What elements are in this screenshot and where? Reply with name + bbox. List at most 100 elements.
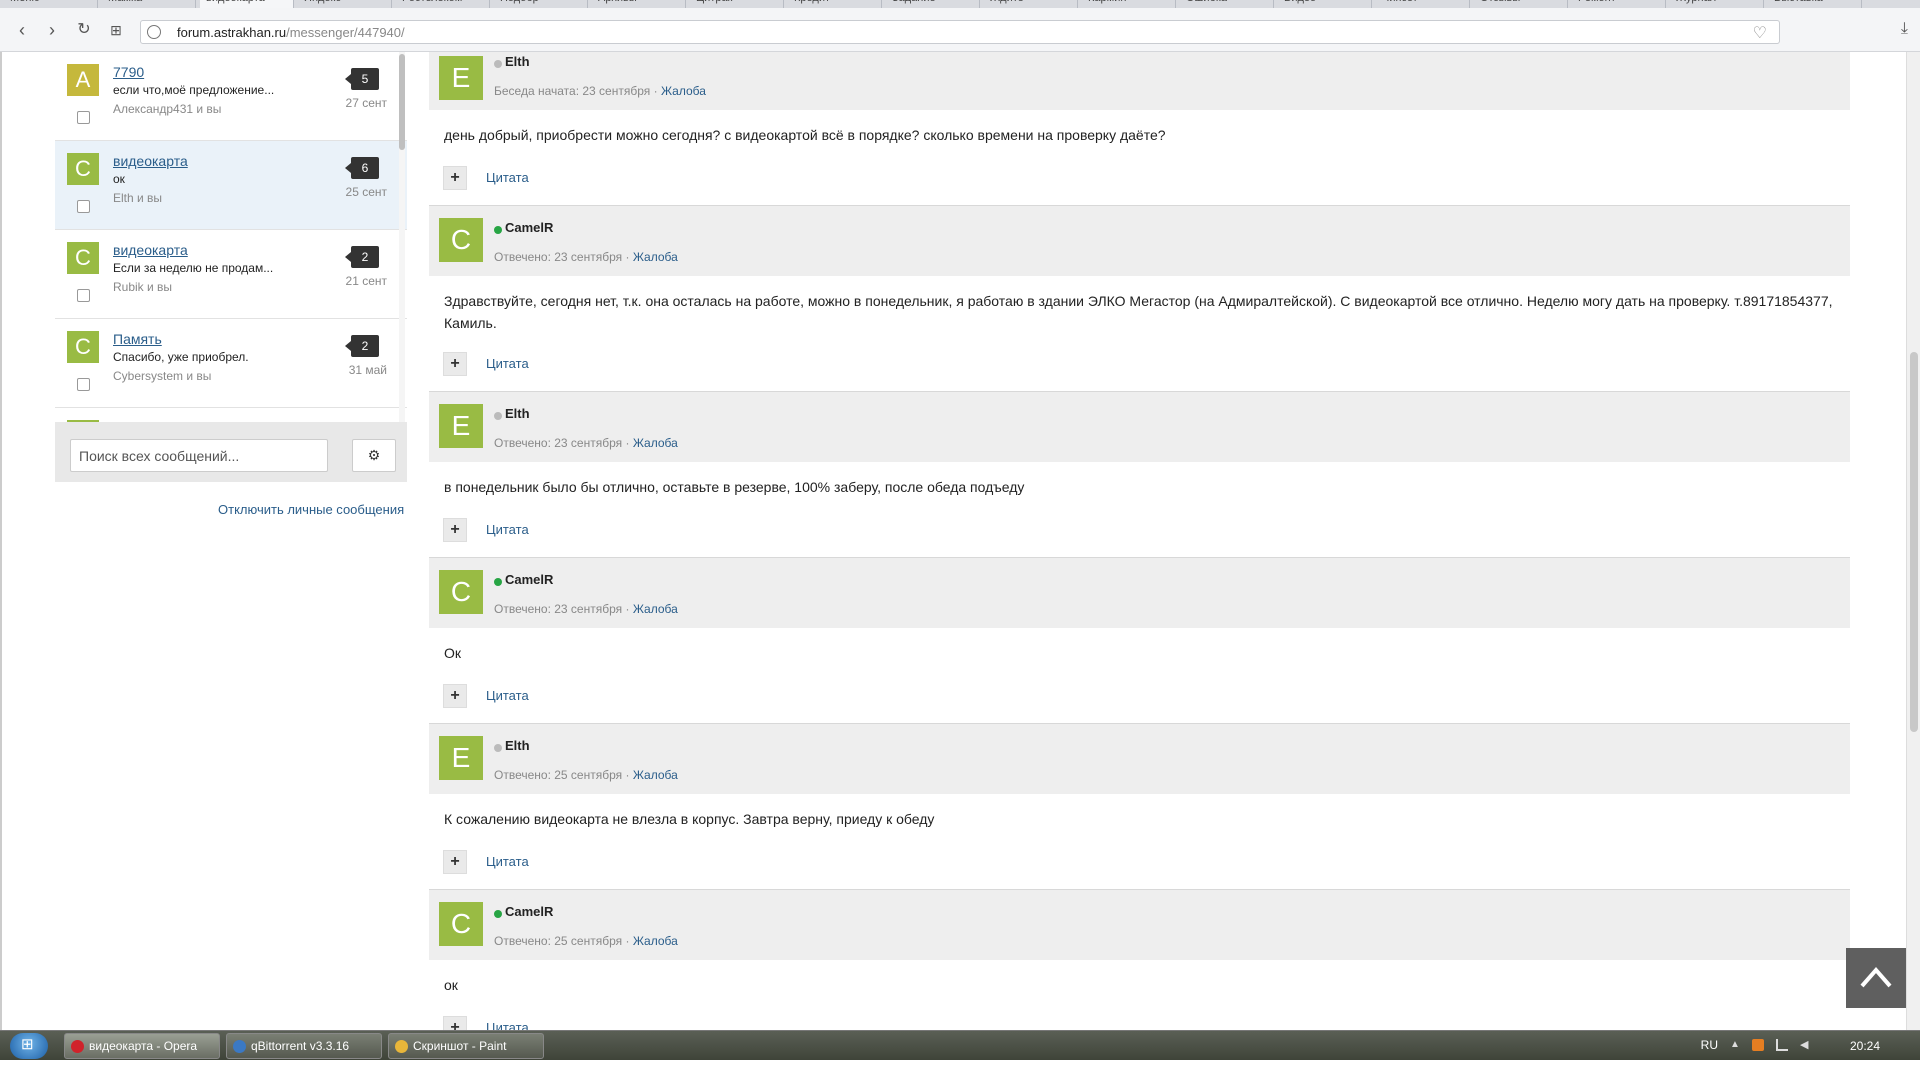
- avatar[interactable]: C: [67, 153, 99, 185]
- message-header: C CamelR Отвечено: 23 сентября · Жалоба: [429, 558, 1850, 628]
- browser-tab[interactable]: Ждите: [984, 0, 1078, 8]
- browser-tab[interactable]: Кредит: [788, 0, 882, 8]
- avatar[interactable]: C: [439, 218, 483, 262]
- report-link[interactable]: Жалоба: [633, 768, 678, 782]
- report-link[interactable]: Жалоба: [633, 602, 678, 616]
- browser-tab[interactable]: Ростелеком: [396, 0, 490, 8]
- message-meta: Отвечено: 25 сентября · Жалоба: [494, 934, 678, 948]
- report-link[interactable]: Жалоба: [633, 250, 678, 264]
- avatar[interactable]: E: [439, 56, 483, 100]
- message: E Elth Беседа начата: 23 сентября · Жалоба…: [429, 52, 1850, 206]
- disable-private-messages-link[interactable]: Отключить личные сообщения: [218, 502, 404, 517]
- conversation-item[interactable]: Cвидеокарта Если за неделю не продам... Ru…: [55, 230, 407, 319]
- download-icon[interactable]: ⤓: [1901, 20, 1908, 38]
- browser-tab[interactable]: Цитрак: [690, 0, 784, 8]
- conversation-scroll-thumb[interactable]: [399, 54, 405, 150]
- conversation-title[interactable]: видеокарта: [113, 153, 188, 169]
- reload-icon[interactable]: ↻: [74, 20, 94, 40]
- browser-tab[interactable]: Мамка: [102, 0, 196, 8]
- conversation-checkbox[interactable]: [77, 378, 90, 391]
- avatar[interactable]: C: [67, 242, 99, 274]
- quote-link[interactable]: Цитата: [486, 854, 529, 869]
- browser-tab[interactable]: Меню: [4, 0, 98, 8]
- message-actions: + Цитата: [429, 506, 1850, 558]
- avatar[interactable]: A: [67, 64, 99, 96]
- search-messages-input[interactable]: [71, 440, 327, 471]
- page-scroll-thumb[interactable]: [1910, 352, 1918, 732]
- browser-tab[interactable]: Чипсет: [1376, 0, 1470, 8]
- multi-quote-plus-icon[interactable]: +: [443, 684, 467, 708]
- conversation-checkbox[interactable]: [77, 111, 90, 124]
- report-link[interactable]: Жалоба: [633, 436, 678, 450]
- message-count-badge: 6: [345, 157, 379, 179]
- taskbar-item[interactable]: qBittorrent v3.3.16: [226, 1033, 382, 1059]
- message-meta: Отвечено: 25 сентября · Жалоба: [494, 768, 678, 782]
- report-link[interactable]: Жалоба: [661, 84, 706, 98]
- conversation-checkbox[interactable]: [77, 200, 90, 213]
- browser-tab[interactable]: Яндекс: [298, 0, 392, 8]
- forward-icon[interactable]: ›: [42, 20, 62, 40]
- multi-quote-plus-icon[interactable]: +: [443, 166, 467, 190]
- avatar[interactable]: C: [439, 570, 483, 614]
- tray-app-icon[interactable]: [1752, 1039, 1764, 1051]
- search-options-gear-icon[interactable]: ⚙: [352, 439, 396, 472]
- browser-tab[interactable]: Ошибка: [1180, 0, 1274, 8]
- browser-tab[interactable]: Ремонт: [1572, 0, 1666, 8]
- taskbar-item[interactable]: Скриншот - Paint: [388, 1033, 544, 1059]
- scroll-to-top-button[interactable]: [1846, 948, 1906, 1008]
- quote-link[interactable]: Цитата: [486, 688, 529, 703]
- browser-tab[interactable]: Журнал: [1670, 0, 1764, 8]
- tray-expand-icon[interactable]: ▲: [1730, 1039, 1742, 1051]
- conversation-checkbox[interactable]: [77, 289, 90, 302]
- quote-link[interactable]: Цитата: [486, 1020, 529, 1030]
- conversation-item-partial[interactable]: [55, 408, 407, 422]
- message-author[interactable]: Elth: [505, 406, 530, 421]
- back-icon[interactable]: ‹: [12, 20, 32, 40]
- message-author[interactable]: Elth: [505, 738, 530, 753]
- browser-tab[interactable]: Архивы: [592, 0, 686, 8]
- quote-link[interactable]: Цитата: [486, 522, 529, 537]
- browser-tab[interactable]: Задание: [886, 0, 980, 8]
- avatar[interactable]: C: [439, 902, 483, 946]
- conversation-scrollbar[interactable]: [399, 52, 405, 422]
- conversation-participants: Александр431 и вы: [113, 102, 222, 116]
- speed-dial-icon[interactable]: ⊞: [106, 20, 126, 40]
- multi-quote-plus-icon[interactable]: +: [443, 352, 467, 376]
- browser-tab[interactable]: Видео: [1278, 0, 1372, 8]
- taskbar-item[interactable]: видеокарта - Opera: [64, 1033, 220, 1059]
- conversation-item[interactable]: C Память Спасибо, уже приобрел. Cybersystem…: [55, 319, 407, 408]
- multi-quote-plus-icon[interactable]: +: [443, 1016, 467, 1030]
- language-indicator[interactable]: RU: [1701, 1038, 1718, 1052]
- conversation-title[interactable]: Память: [113, 331, 162, 347]
- browser-tab[interactable]: Отзывы: [1474, 0, 1568, 8]
- message-author[interactable]: CamelR: [505, 220, 553, 235]
- browser-tab[interactable]: Подобр: [494, 0, 588, 8]
- conversation-title[interactable]: видеокарта: [113, 242, 188, 258]
- multi-quote-plus-icon[interactable]: +: [443, 518, 467, 542]
- clock[interactable]: 20:24: [1850, 1039, 1880, 1053]
- network-icon[interactable]: [1776, 1039, 1788, 1051]
- avatar[interactable]: E: [439, 404, 483, 448]
- avatar[interactable]: E: [439, 736, 483, 780]
- message-author[interactable]: Elth: [505, 54, 530, 69]
- browser-tab[interactable]: видеокарта: [200, 0, 294, 8]
- online-status-dot: [494, 578, 502, 586]
- quote-link[interactable]: Цитата: [486, 170, 529, 185]
- conversation-item[interactable]: A 7790 если что,моё предложение... Александ…: [55, 52, 407, 141]
- conversation-title[interactable]: 7790: [113, 64, 144, 80]
- quote-link[interactable]: Цитата: [486, 356, 529, 371]
- page-scrollbar[interactable]: [1906, 52, 1920, 1030]
- start-button[interactable]: [10, 1033, 48, 1059]
- browser-tab[interactable]: Выставка: [1768, 0, 1862, 8]
- volume-icon[interactable]: ◀: [1800, 1038, 1812, 1051]
- conversation-item[interactable]: Cвидеокарта ок Elth и вы 6 25 сент: [55, 141, 407, 230]
- url-field[interactable]: forum.astrakhan.ru/messenger/447940/ ♡: [140, 20, 1780, 44]
- report-link[interactable]: Жалоба: [633, 934, 678, 948]
- message-author[interactable]: CamelR: [505, 572, 553, 587]
- app-icon: [395, 1040, 408, 1053]
- message-author[interactable]: CamelR: [505, 904, 553, 919]
- browser-tab[interactable]: Кармин: [1082, 0, 1176, 8]
- avatar[interactable]: C: [67, 331, 99, 363]
- bookmark-heart-icon[interactable]: ♡: [1753, 23, 1767, 43]
- multi-quote-plus-icon[interactable]: +: [443, 850, 467, 874]
